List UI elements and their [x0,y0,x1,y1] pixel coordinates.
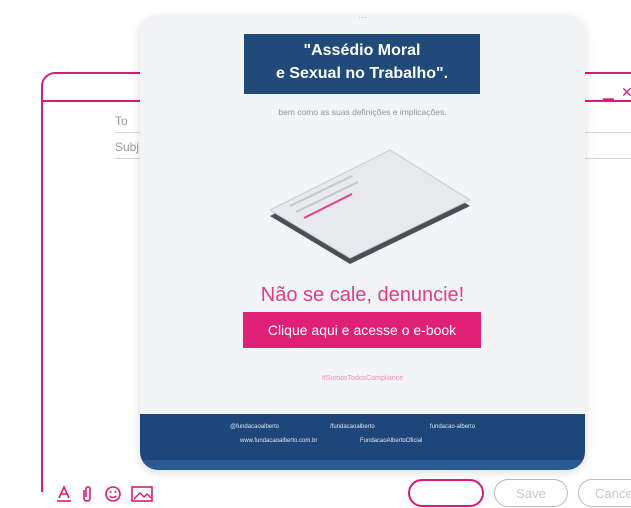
emoji-icon[interactable] [104,485,122,503]
preview-subtitle: bem como as suas definições e implicaçõe… [278,107,447,117]
image-icon[interactable] [130,485,154,503]
attach-icon[interactable] [78,485,96,503]
preview-hashtag: #SomosTodosCompliance [321,375,404,382]
preview-title-line2: e Sexual no Trabalho". [275,65,449,82]
format-text-icon[interactable] [55,485,73,503]
ebook-cta-button[interactable]: Clique aqui e acesse o e-book [243,312,481,348]
preview-title-line1: "Assédio Moral [303,42,421,59]
preview-footer: @fundacaoalberto /fundacaoalberto fundac… [140,414,585,460]
send-button[interactable] [408,479,484,507]
preview-top-text: ... [140,16,585,21]
footer-website: www.fundacaoalberto.com.br [240,438,318,444]
footer-social-3: fundacao-alberto [430,424,476,430]
footer-social-1: @fundacaoalberto [230,424,280,430]
to-label: To [115,114,128,128]
minimize-icon[interactable]: ▁ [603,84,614,101]
subject-label: Subj [115,140,140,154]
footer-social-2: /fundacaoalberto [330,424,375,430]
preview-headline: Não se cale, denuncie! [260,284,465,306]
ebook-illustration [268,149,472,264]
image-preview: ... "Assédio Moral e Sexual no Trabalho"… [140,16,585,470]
footer-social-4: FundacaoAlbertoOficial [360,438,423,444]
preview-footer-strip [140,460,585,470]
close-icon[interactable]: ✕ [621,84,631,101]
cancel-button[interactable]: Cance [578,479,631,507]
save-button[interactable]: Save [494,479,568,507]
preview-title-box: "Assédio Moral e Sexual no Trabalho". [244,34,480,94]
